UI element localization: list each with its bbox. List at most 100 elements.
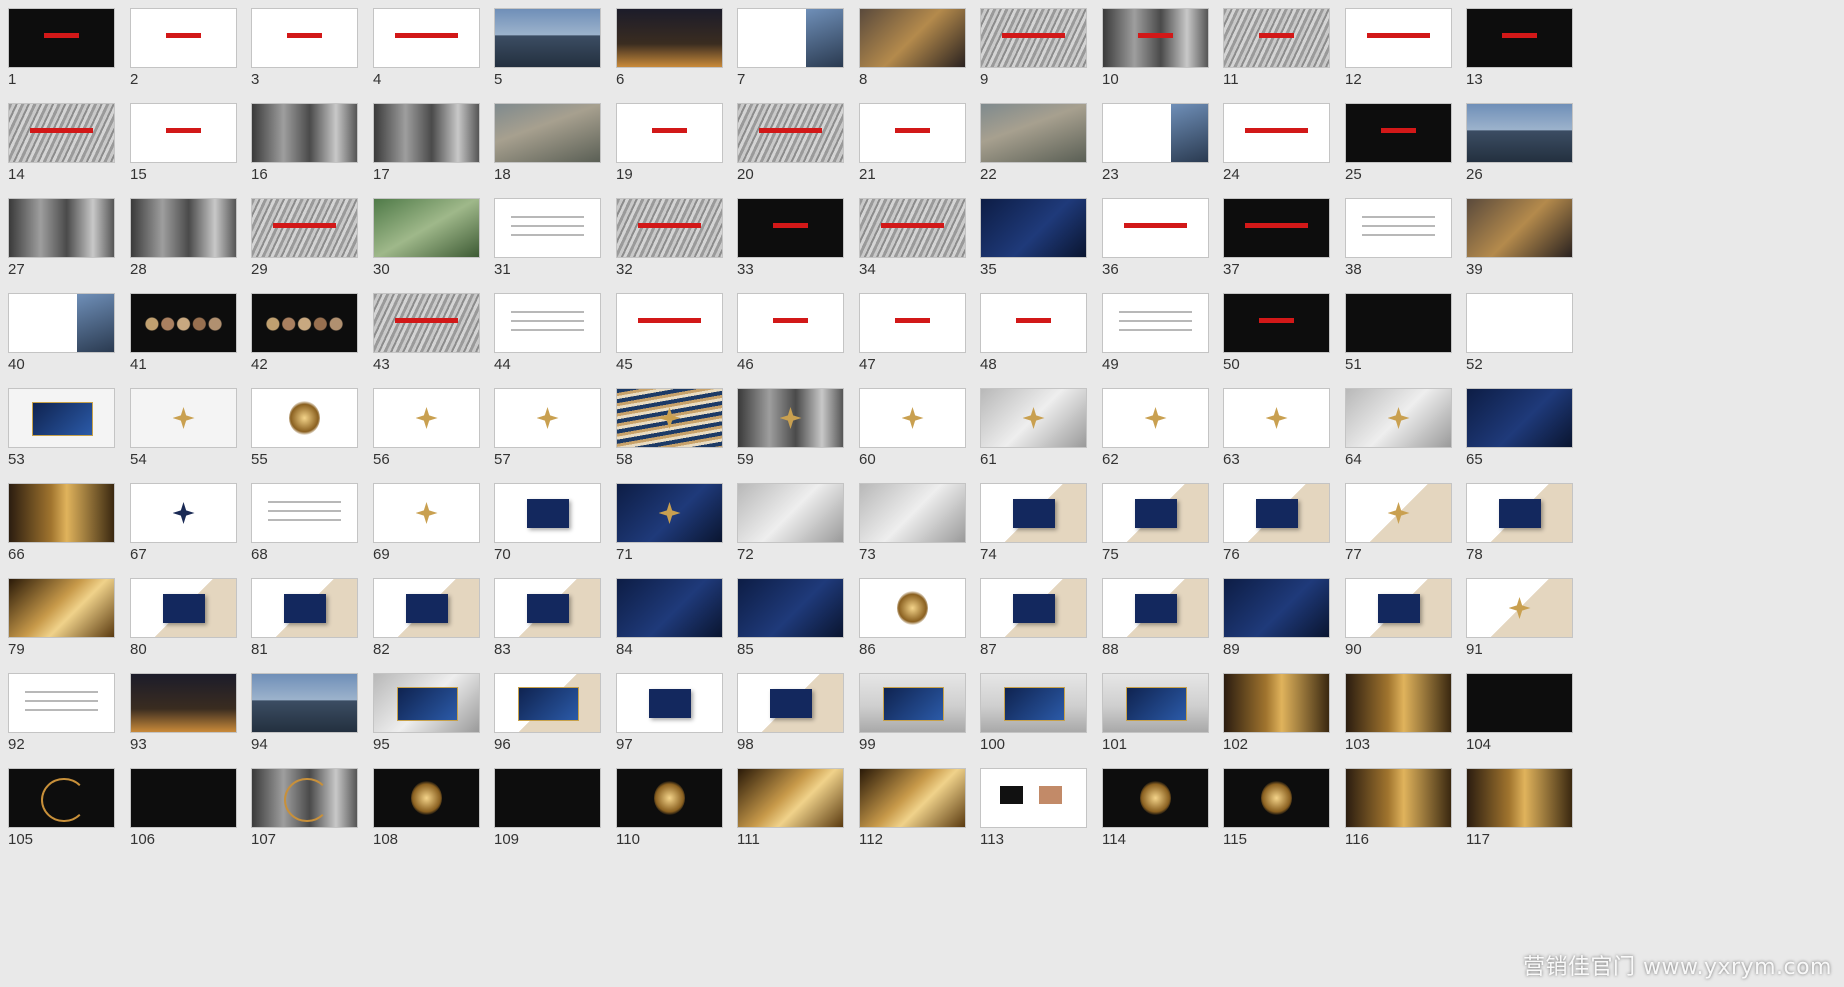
slide-preview[interactable] — [737, 768, 844, 828]
slide-preview[interactable] — [251, 768, 358, 828]
slide-preview[interactable] — [130, 578, 237, 638]
slide-preview[interactable] — [8, 198, 115, 258]
slide-preview[interactable] — [1345, 293, 1452, 353]
slide-preview[interactable] — [859, 578, 966, 638]
slide-preview[interactable] — [616, 578, 723, 638]
slide-preview[interactable] — [859, 8, 966, 68]
slide-preview[interactable] — [1466, 768, 1573, 828]
slide-preview[interactable] — [251, 198, 358, 258]
slide-preview[interactable] — [859, 388, 966, 448]
slide-preview[interactable] — [737, 8, 844, 68]
slide-preview[interactable] — [616, 8, 723, 68]
slide-preview[interactable] — [373, 673, 480, 733]
slide-preview[interactable] — [494, 768, 601, 828]
slide-preview[interactable] — [8, 103, 115, 163]
slide-preview[interactable] — [373, 483, 480, 543]
slide-preview[interactable] — [859, 293, 966, 353]
slide-preview[interactable] — [130, 673, 237, 733]
slide-preview[interactable] — [251, 578, 358, 638]
slide-preview[interactable] — [737, 103, 844, 163]
slide-preview[interactable] — [1223, 483, 1330, 543]
slide-preview[interactable] — [1466, 8, 1573, 68]
slide-preview[interactable] — [1466, 578, 1573, 638]
slide-preview[interactable] — [8, 8, 115, 68]
slide-preview[interactable] — [373, 103, 480, 163]
slide-preview[interactable] — [859, 673, 966, 733]
slide-preview[interactable] — [1345, 673, 1452, 733]
slide-preview[interactable] — [251, 103, 358, 163]
slide-preview[interactable] — [494, 388, 601, 448]
slide-preview[interactable] — [251, 673, 358, 733]
slide-preview[interactable] — [616, 768, 723, 828]
slide-thumbnail[interactable]: 117 — [1466, 768, 1611, 875]
slide-preview[interactable] — [373, 388, 480, 448]
slide-thumbnail[interactable]: 91 — [1466, 578, 1611, 685]
slide-preview[interactable] — [1466, 483, 1573, 543]
slide-preview[interactable] — [859, 198, 966, 258]
slide-preview[interactable] — [494, 103, 601, 163]
slide-preview[interactable] — [1102, 768, 1209, 828]
slide-preview[interactable] — [8, 388, 115, 448]
slide-preview[interactable] — [494, 673, 601, 733]
slide-preview[interactable] — [737, 673, 844, 733]
slide-preview[interactable] — [1466, 293, 1573, 353]
slide-preview[interactable] — [494, 198, 601, 258]
slide-preview[interactable] — [1223, 103, 1330, 163]
slide-preview[interactable] — [251, 483, 358, 543]
slide-preview[interactable] — [1223, 578, 1330, 638]
slide-preview[interactable] — [980, 198, 1087, 258]
slide-preview[interactable] — [1223, 8, 1330, 68]
slide-preview[interactable] — [1223, 198, 1330, 258]
slide-preview[interactable] — [1102, 293, 1209, 353]
slide-preview[interactable] — [616, 103, 723, 163]
slide-preview[interactable] — [859, 103, 966, 163]
slide-preview[interactable] — [980, 483, 1087, 543]
slide-preview[interactable] — [1345, 768, 1452, 828]
slide-preview[interactable] — [1466, 673, 1573, 733]
slide-preview[interactable] — [1223, 673, 1330, 733]
slide-preview[interactable] — [8, 483, 115, 543]
slide-preview[interactable] — [980, 388, 1087, 448]
slide-preview[interactable] — [373, 578, 480, 638]
slide-preview[interactable] — [616, 198, 723, 258]
slide-thumbnail[interactable]: 52 — [1466, 293, 1611, 400]
slide-preview[interactable] — [1102, 578, 1209, 638]
slide-preview[interactable] — [8, 673, 115, 733]
slide-preview[interactable] — [8, 293, 115, 353]
slide-thumbnail[interactable]: 65 — [1466, 388, 1611, 495]
slide-preview[interactable] — [373, 8, 480, 68]
slide-preview[interactable] — [1102, 198, 1209, 258]
slide-thumbnail[interactable]: 78 — [1466, 483, 1611, 590]
slide-preview[interactable] — [1345, 103, 1452, 163]
slide-preview[interactable] — [1102, 8, 1209, 68]
slide-preview[interactable] — [8, 768, 115, 828]
slide-thumbnail[interactable]: 13 — [1466, 8, 1611, 115]
slide-preview[interactable] — [251, 8, 358, 68]
slide-preview[interactable] — [737, 483, 844, 543]
slide-preview[interactable] — [737, 578, 844, 638]
slide-preview[interactable] — [8, 578, 115, 638]
slide-preview[interactable] — [373, 293, 480, 353]
slide-preview[interactable] — [1223, 768, 1330, 828]
slide-preview[interactable] — [130, 768, 237, 828]
slide-preview[interactable] — [980, 578, 1087, 638]
slide-preview[interactable] — [980, 293, 1087, 353]
slide-preview[interactable] — [737, 198, 844, 258]
slide-preview[interactable] — [130, 293, 237, 353]
slide-preview[interactable] — [616, 293, 723, 353]
slide-preview[interactable] — [494, 578, 601, 638]
slide-preview[interactable] — [1345, 578, 1452, 638]
slide-preview[interactable] — [737, 388, 844, 448]
slide-thumbnail[interactable]: 104 — [1466, 673, 1611, 780]
slide-preview[interactable] — [130, 388, 237, 448]
slide-preview[interactable] — [1102, 483, 1209, 543]
slide-preview[interactable] — [1102, 103, 1209, 163]
slide-preview[interactable] — [251, 293, 358, 353]
slide-preview[interactable] — [737, 293, 844, 353]
slide-preview[interactable] — [1345, 388, 1452, 448]
slide-preview[interactable] — [980, 103, 1087, 163]
slide-preview[interactable] — [251, 388, 358, 448]
slide-thumbnail[interactable]: 39 — [1466, 198, 1611, 305]
slide-preview[interactable] — [1345, 198, 1452, 258]
slide-preview[interactable] — [1345, 483, 1452, 543]
